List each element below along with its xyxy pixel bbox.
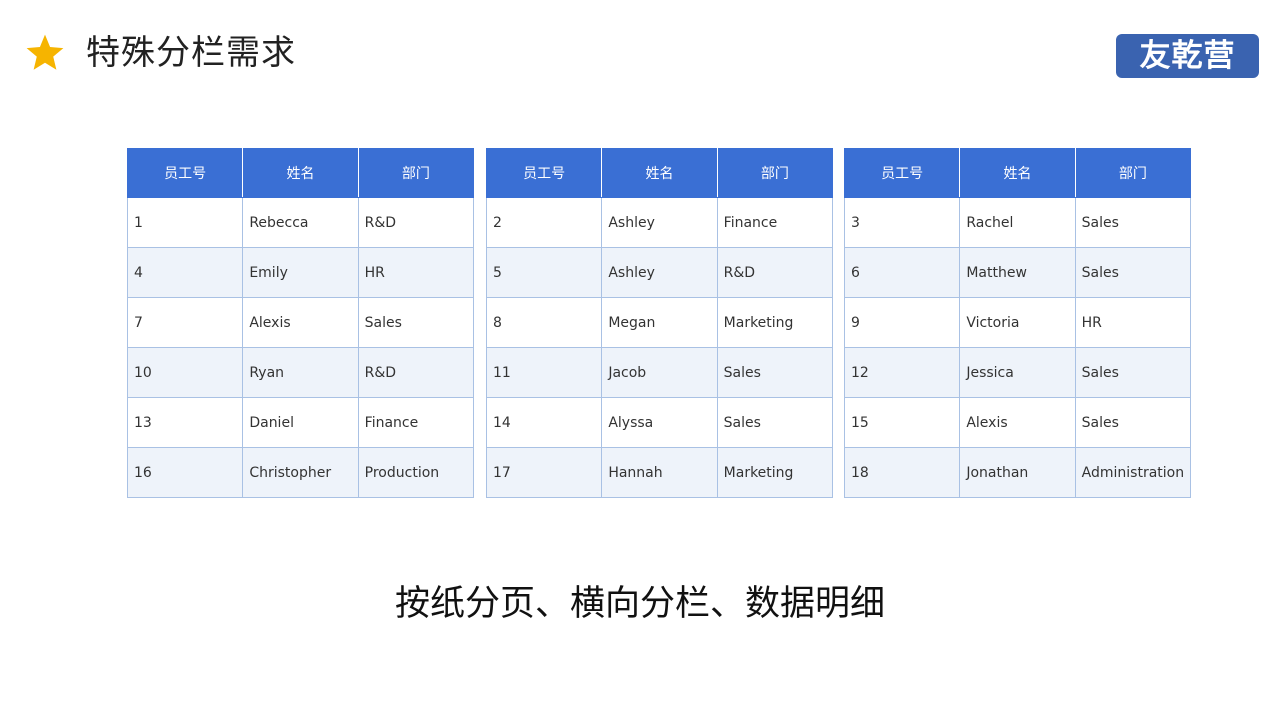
- cell-name: Matthew: [959, 247, 1076, 298]
- employee-table: 员工号 姓名 部门 3 Rachel Sales 6 Matthew Sales…: [843, 148, 1192, 498]
- cell-name: Ryan: [242, 347, 359, 398]
- cell-department: Sales: [716, 397, 834, 448]
- cell-name: Rebecca: [242, 197, 359, 248]
- header-employee-id: 员工号: [485, 148, 603, 198]
- table-row: 2 Ashley Finance: [485, 197, 834, 248]
- table-row: 16 Christopher Production: [126, 447, 475, 498]
- cell-employee-id: 17: [485, 447, 603, 498]
- cell-department: Marketing: [716, 297, 834, 348]
- cell-department: R&D: [357, 347, 475, 398]
- cell-name: Jonathan: [959, 447, 1076, 498]
- cell-name: Ashley: [601, 197, 718, 248]
- table-row: 14 Alyssa Sales: [485, 397, 834, 448]
- cell-employee-id: 6: [843, 247, 961, 298]
- page-title: 特殊分栏需求: [86, 33, 296, 73]
- cell-department: Finance: [716, 197, 834, 248]
- cell-department: HR: [357, 247, 475, 298]
- cell-employee-id: 8: [485, 297, 603, 348]
- table-header-row: 员工号 姓名 部门: [843, 148, 1192, 198]
- table-row: 12 Jessica Sales: [843, 347, 1192, 398]
- cell-employee-id: 9: [843, 297, 961, 348]
- table-header-row: 员工号 姓名 部门: [485, 148, 834, 198]
- column-table-2: 员工号 姓名 部门 2 Ashley Finance 5 Ashley R&D …: [485, 148, 834, 498]
- cell-name: Rachel: [959, 197, 1076, 248]
- cell-department: HR: [1074, 297, 1192, 348]
- cell-employee-id: 2: [485, 197, 603, 248]
- cell-name: Alexis: [959, 397, 1076, 448]
- cell-employee-id: 15: [843, 397, 961, 448]
- cell-employee-id: 3: [843, 197, 961, 248]
- table-row: 7 Alexis Sales: [126, 297, 475, 348]
- cell-department: Sales: [1074, 347, 1192, 398]
- header-department: 部门: [716, 148, 834, 198]
- cell-department: Administration: [1074, 447, 1192, 498]
- employee-table: 员工号 姓名 部门 1 Rebecca R&D 4 Emily HR 7 Ale…: [126, 148, 475, 498]
- cell-department: R&D: [716, 247, 834, 298]
- cell-department: Sales: [357, 297, 475, 348]
- cell-name: Victoria: [959, 297, 1076, 348]
- cell-employee-id: 12: [843, 347, 961, 398]
- table-header-row: 员工号 姓名 部门: [126, 148, 475, 198]
- cell-employee-id: 10: [126, 347, 244, 398]
- cell-employee-id: 16: [126, 447, 244, 498]
- header-employee-id: 员工号: [126, 148, 244, 198]
- cell-department: Finance: [357, 397, 475, 448]
- slide: 特殊分栏需求 友乾营 员工号 姓名 部门 1 Rebecca R&D 4 Emi…: [0, 0, 1280, 720]
- brand-logo: 友乾营: [1116, 34, 1259, 78]
- header-name: 姓名: [242, 148, 359, 198]
- cell-name: Jacob: [601, 347, 718, 398]
- cell-department: Sales: [1074, 197, 1192, 248]
- cell-department: Sales: [1074, 247, 1192, 298]
- table-row: 5 Ashley R&D: [485, 247, 834, 298]
- column-table-1: 员工号 姓名 部门 1 Rebecca R&D 4 Emily HR 7 Ale…: [126, 148, 475, 498]
- cell-employee-id: 18: [843, 447, 961, 498]
- header-department: 部门: [1074, 148, 1192, 198]
- cell-name: Alyssa: [601, 397, 718, 448]
- cell-name: Hannah: [601, 447, 718, 498]
- table-row: 13 Daniel Finance: [126, 397, 475, 448]
- cell-department: Marketing: [716, 447, 834, 498]
- caption-text: 按纸分页、横向分栏、数据明细: [394, 584, 885, 624]
- cell-employee-id: 4: [126, 247, 244, 298]
- table-row: 1 Rebecca R&D: [126, 197, 475, 248]
- cell-name: Emily: [242, 247, 359, 298]
- cell-employee-id: 14: [485, 397, 603, 448]
- table-row: 17 Hannah Marketing: [485, 447, 834, 498]
- cell-employee-id: 1: [126, 197, 244, 248]
- table-row: 8 Megan Marketing: [485, 297, 834, 348]
- employee-table: 员工号 姓名 部门 2 Ashley Finance 5 Ashley R&D …: [485, 148, 834, 498]
- table-row: 18 Jonathan Administration: [843, 447, 1192, 498]
- cell-department: Sales: [716, 347, 834, 398]
- table-row: 4 Emily HR: [126, 247, 475, 298]
- table-row: 11 Jacob Sales: [485, 347, 834, 398]
- table-row: 10 Ryan R&D: [126, 347, 475, 398]
- header-name: 姓名: [959, 148, 1076, 198]
- cell-employee-id: 7: [126, 297, 244, 348]
- cell-name: Alexis: [242, 297, 359, 348]
- header-department: 部门: [357, 148, 475, 198]
- table-row: 9 Victoria HR: [843, 297, 1192, 348]
- cell-department: R&D: [357, 197, 475, 248]
- cell-name: Jessica: [959, 347, 1076, 398]
- column-table-3: 员工号 姓名 部门 3 Rachel Sales 6 Matthew Sales…: [843, 148, 1192, 498]
- table-row: 3 Rachel Sales: [843, 197, 1192, 248]
- table-row: 6 Matthew Sales: [843, 247, 1192, 298]
- cell-employee-id: 13: [126, 397, 244, 448]
- header-employee-id: 员工号: [843, 148, 961, 198]
- cell-name: Christopher: [242, 447, 359, 498]
- cell-employee-id: 5: [485, 247, 603, 298]
- star-icon: [26, 34, 64, 70]
- table-row: 15 Alexis Sales: [843, 397, 1192, 448]
- cell-name: Daniel: [242, 397, 359, 448]
- cell-employee-id: 11: [485, 347, 603, 398]
- cell-name: Megan: [601, 297, 718, 348]
- cell-department: Production: [357, 447, 475, 498]
- cell-name: Ashley: [601, 247, 718, 298]
- cell-department: Sales: [1074, 397, 1192, 448]
- header-name: 姓名: [601, 148, 718, 198]
